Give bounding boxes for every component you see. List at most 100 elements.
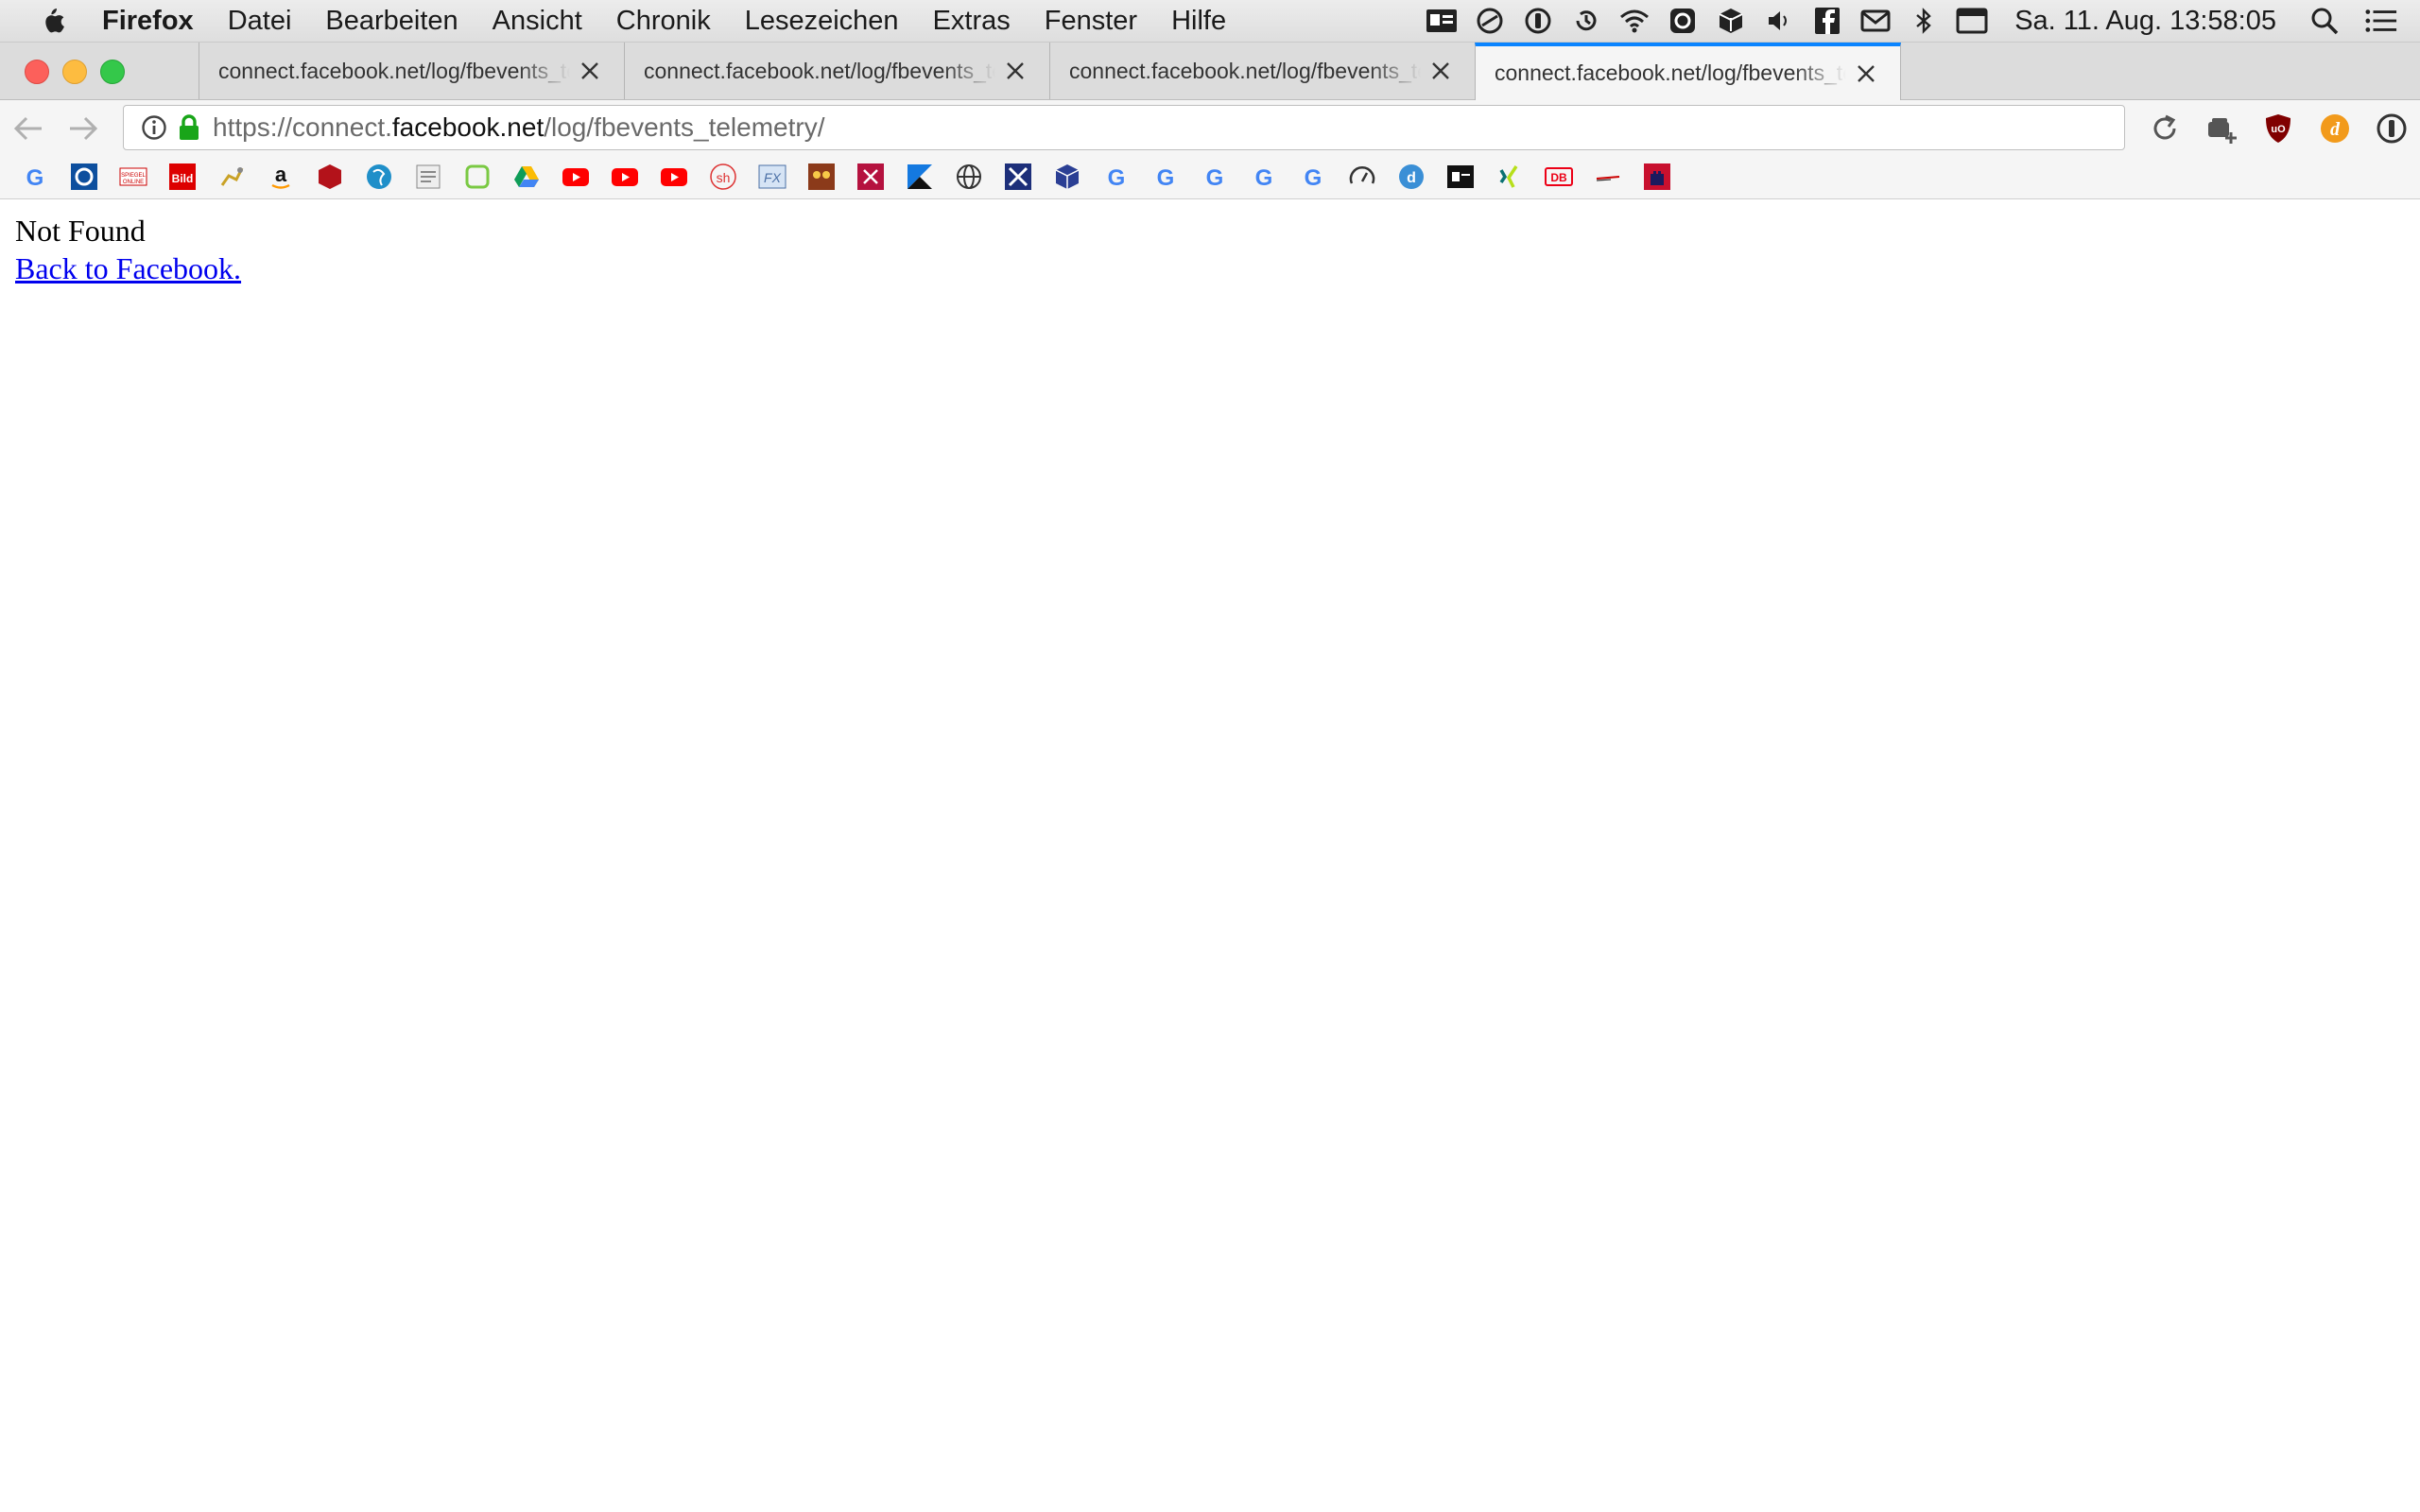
chip-icon[interactable]: [70, 163, 98, 191]
svg-text:G: G: [1157, 165, 1175, 191]
pink-x-icon[interactable]: [856, 163, 885, 191]
svg-text:ONLINE: ONLINE: [123, 180, 144, 185]
mail-icon[interactable]: [1859, 5, 1892, 37]
wifi-icon[interactable]: [1618, 5, 1651, 37]
red-castle-icon[interactable]: [1643, 163, 1671, 191]
xing-icon[interactable]: [1495, 163, 1524, 191]
google-icon[interactable]: G: [1151, 163, 1180, 191]
container-tab-icon[interactable]: [2204, 112, 2238, 146]
d-icon[interactable]: d: [1397, 163, 1426, 191]
menu-ansicht[interactable]: Ansicht: [493, 6, 582, 37]
tab-2[interactable]: connect.facebook.net/log/fbevents_teleme…: [624, 43, 1049, 99]
close-tab-icon[interactable]: [1430, 60, 1451, 81]
globe-bird-icon[interactable]: [365, 163, 393, 191]
app-menu-firefox[interactable]: Firefox: [102, 6, 194, 37]
svg-text:SPIEGEL: SPIEGEL: [121, 173, 146, 179]
dark-logo-icon[interactable]: [1446, 163, 1475, 191]
ublock-icon[interactable]: uO: [2261, 112, 2295, 146]
url-prefix: https://connect.: [213, 112, 392, 142]
volume-icon[interactable]: [1763, 5, 1795, 37]
back-arrow-icon[interactable]: [11, 113, 45, 144]
menu-lesezeichen[interactable]: Lesezeichen: [745, 6, 899, 37]
speedometer-icon[interactable]: [1348, 163, 1376, 191]
menu-bearbeiten[interactable]: Bearbeiten: [325, 6, 458, 37]
tab-1[interactable]: connect.facebook.net/log/fbevents_teleme…: [199, 43, 624, 99]
apple-logo-icon[interactable]: [38, 6, 66, 36]
amazon-icon[interactable]: a: [267, 163, 295, 191]
db-icon[interactable]: DB: [1545, 163, 1573, 191]
menu-extras[interactable]: Extras: [933, 6, 1011, 37]
red-line-icon[interactable]: [1594, 163, 1622, 191]
green-square-icon[interactable]: [463, 163, 492, 191]
navigation-toolbar: https://connect.facebook.net/log/fbevent…: [0, 100, 2420, 157]
spiegel-online-icon[interactable]: SPIEGELONLINE: [119, 163, 147, 191]
blue-x-icon[interactable]: [1004, 163, 1032, 191]
google-drive-icon[interactable]: [512, 163, 541, 191]
bookmarks-toolbar: G SPIEGEL ONLINE Bild a sh FX G G G G G d…: [0, 157, 2420, 199]
deer-icon[interactable]: [217, 163, 246, 191]
owl-icon[interactable]: [807, 163, 836, 191]
menu-hilfe[interactable]: Hilfe: [1171, 6, 1226, 37]
close-tab-icon[interactable]: [579, 60, 600, 81]
zoom-window-button[interactable]: [100, 60, 125, 84]
lock-icon[interactable]: [177, 113, 201, 142]
url-path: /log/fbevents_telemetry/: [544, 112, 825, 142]
svg-text:G: G: [26, 165, 44, 191]
window-icon[interactable]: [1956, 5, 1988, 37]
back-to-facebook-link[interactable]: Back to Facebook.: [15, 251, 241, 285]
blue-cube-icon[interactable]: [1053, 163, 1081, 191]
fx-icon[interactable]: FX: [758, 163, 786, 191]
tab-4-active[interactable]: connect.facebook.net/log/fbevents_teleme…: [1475, 43, 1901, 100]
youtube-icon[interactable]: [562, 163, 590, 191]
google-icon[interactable]: G: [1299, 163, 1327, 191]
timemachine-icon[interactable]: [1570, 5, 1602, 37]
not-found-heading: Not Found: [15, 214, 146, 248]
google-icon[interactable]: G: [1201, 163, 1229, 191]
1password-icon[interactable]: [1522, 5, 1554, 37]
svg-text:d: d: [2330, 119, 2341, 140]
menu-chronik[interactable]: Chronik: [616, 6, 711, 37]
url-bar[interactable]: https://connect.facebook.net/log/fbevent…: [123, 105, 2125, 150]
notification-list-icon[interactable]: [2365, 5, 2397, 37]
reload-icon[interactable]: [2148, 112, 2182, 146]
menu-datei[interactable]: Datei: [228, 6, 292, 37]
menu-fenster[interactable]: Fenster: [1045, 6, 1137, 37]
minimize-window-button[interactable]: [62, 60, 87, 84]
youtube-icon[interactable]: [611, 163, 639, 191]
bild-icon[interactable]: Bild: [168, 163, 197, 191]
close-tab-icon[interactable]: [1856, 63, 1876, 84]
red-cube-icon[interactable]: [316, 163, 344, 191]
blue-k-icon[interactable]: [906, 163, 934, 191]
bluetooth-icon[interactable]: [1908, 5, 1940, 37]
google-icon[interactable]: G: [1250, 163, 1278, 191]
youtube-icon[interactable]: [660, 163, 688, 191]
menubar-tray: Sa. 11. Aug. 13:58:05: [1409, 0, 2420, 42]
forward-arrow-icon[interactable]: [66, 113, 100, 144]
facebook-icon[interactable]: [1811, 5, 1843, 37]
tab-title: connect.facebook.net/log/fbevents_teleme…: [218, 58, 570, 83]
web-globe-icon[interactable]: [955, 163, 983, 191]
svg-text:a: a: [275, 163, 287, 186]
menubar-clock[interactable]: Sa. 11. Aug. 13:58:05: [2014, 6, 2276, 37]
svg-text:G: G: [1255, 165, 1273, 191]
contacts-icon[interactable]: [1426, 5, 1458, 37]
notepad-icon[interactable]: [414, 163, 442, 191]
blocked-circle-icon[interactable]: [1474, 5, 1506, 37]
sh-icon[interactable]: sh: [709, 163, 737, 191]
disconnect-icon[interactable]: d: [2318, 112, 2352, 146]
url-text[interactable]: https://connect.facebook.net/log/fbevent…: [213, 112, 825, 143]
info-extension-icon[interactable]: [2375, 112, 2409, 146]
box-icon[interactable]: [1715, 5, 1747, 37]
site-info-icon[interactable]: [141, 114, 167, 141]
svg-text:G: G: [1108, 165, 1126, 191]
svg-text:G: G: [1206, 165, 1224, 191]
tab-3[interactable]: connect.facebook.net/log/fbevents_teleme…: [1049, 43, 1475, 99]
close-tab-icon[interactable]: [1005, 60, 1026, 81]
close-window-button[interactable]: [25, 60, 49, 84]
camera-icon[interactable]: [1667, 5, 1699, 37]
macos-menubar: Firefox Datei Bearbeiten Ansicht Chronik…: [0, 0, 2420, 43]
google-icon[interactable]: G: [1102, 163, 1131, 191]
google-icon[interactable]: G: [21, 163, 49, 191]
svg-text:Bild: Bild: [172, 172, 194, 185]
spotlight-search-icon[interactable]: [2308, 5, 2341, 37]
